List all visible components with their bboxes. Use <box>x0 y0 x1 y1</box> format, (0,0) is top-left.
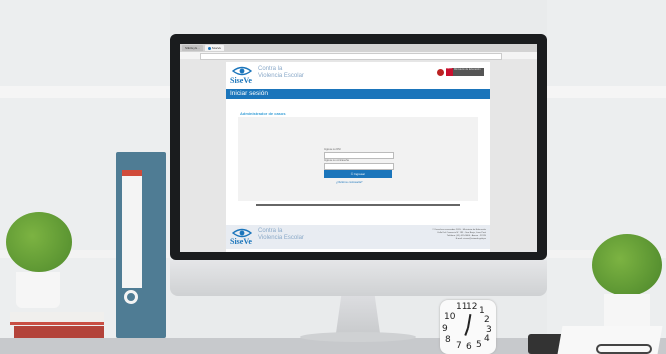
book <box>10 312 104 325</box>
desk-scene: SIEVeyG... SiseVe SiseVe Contra la Viole… <box>0 0 666 354</box>
tagline-line: Contra la <box>258 66 283 72</box>
tagline-line: Contra la <box>258 228 283 234</box>
footer-contact: © Derechos reservados 2015 · Ministerio … <box>396 229 486 241</box>
left-pot <box>16 272 60 308</box>
browser-tab-bar: SIEVeyG... SiseVe <box>180 44 537 52</box>
tab-label: SIEVeyG... <box>185 46 200 50</box>
login-form: Ingrese su DNI Ingrese su contraseña ⚿ I… <box>238 117 478 201</box>
dni-label: Ingrese su DNI <box>324 148 341 151</box>
shield-icon <box>437 68 444 76</box>
tab-label: SiseVe <box>211 46 222 50</box>
government-logo: PERÚ Ministerio de Educación <box>437 68 484 76</box>
url-input[interactable] <box>200 53 502 60</box>
left-plant <box>6 212 72 272</box>
clock-number: 7 <box>456 341 462 351</box>
monitor-chin <box>170 260 547 296</box>
clock-number: 9 <box>442 324 448 334</box>
gov-red-block: PERÚ <box>446 68 453 76</box>
page-title: Iniciar sesión <box>226 89 490 99</box>
clock-number: 5 <box>476 340 482 350</box>
binder-label <box>122 170 142 288</box>
divider <box>256 204 460 206</box>
login-button-label: Ingresar <box>354 172 366 176</box>
clock-number: 8 <box>445 335 451 345</box>
book-stack <box>10 312 104 344</box>
footer-tagline: Contra la Violencia Escolar <box>258 228 304 242</box>
eyeglasses <box>596 344 652 354</box>
login-button[interactable]: ⚿ Ingresar <box>324 170 392 178</box>
site-tagline: Contra la Violencia Escolar <box>258 66 304 80</box>
site-header: SiseVe Contra la Violencia Escolar PERÚ … <box>226 62 490 86</box>
binder-ring <box>124 290 138 304</box>
gov-ministry-block: Ministerio de Educación <box>453 68 484 76</box>
password-label: Ingrese su contraseña <box>324 159 349 162</box>
clock-number: 2 <box>484 315 490 325</box>
footer-email[interactable]: E-mail: siseve@minedu.gob.pe <box>396 238 486 241</box>
web-page: SiseVe Contra la Violencia Escolar PERÚ … <box>226 62 490 252</box>
clock-number: 12 <box>466 302 478 312</box>
browser-tab[interactable]: SIEVeyG... <box>182 45 203 51</box>
monitor-base <box>300 332 416 342</box>
address-bar <box>180 52 537 60</box>
clock-hand <box>464 327 469 336</box>
dni-input[interactable] <box>324 152 394 159</box>
clock-number: 10 <box>444 312 456 322</box>
blue-binder <box>116 152 166 338</box>
clock-hand <box>467 314 472 329</box>
monitor: SIEVeyG... SiseVe SiseVe Contra la Viole… <box>170 34 547 260</box>
browser-tab-active[interactable]: SiseVe <box>204 45 225 51</box>
clock-number: 6 <box>466 342 472 352</box>
clock-number: 4 <box>484 334 490 344</box>
book <box>14 326 104 338</box>
password-input[interactable] <box>324 163 394 170</box>
left-upper-shelf <box>0 86 170 98</box>
site-footer: SiseVe Contra la Violencia Escolar © Der… <box>226 225 490 249</box>
tagline-line: Violencia Escolar <box>258 73 304 79</box>
right-upper-shelf <box>547 86 666 98</box>
favicon-icon <box>207 46 211 50</box>
monitor-stand <box>335 296 381 336</box>
footer-logo-word: SiseVe <box>230 237 252 246</box>
right-plant <box>592 234 662 296</box>
screen: SIEVeyG... SiseVe SiseVe Contra la Viole… <box>180 44 537 252</box>
eye-icon <box>232 66 252 76</box>
section-title: Administrador de casos <box>240 111 286 116</box>
forgot-password-link[interactable]: ¿Olvidó su contraseña? <box>336 181 362 184</box>
site-logo-word[interactable]: SiseVe <box>230 76 252 85</box>
tagline-line: Violencia Escolar <box>258 235 304 241</box>
alarm-clock: 11 12 1 10 2 9 3 8 7 6 5 4 <box>440 300 496 354</box>
